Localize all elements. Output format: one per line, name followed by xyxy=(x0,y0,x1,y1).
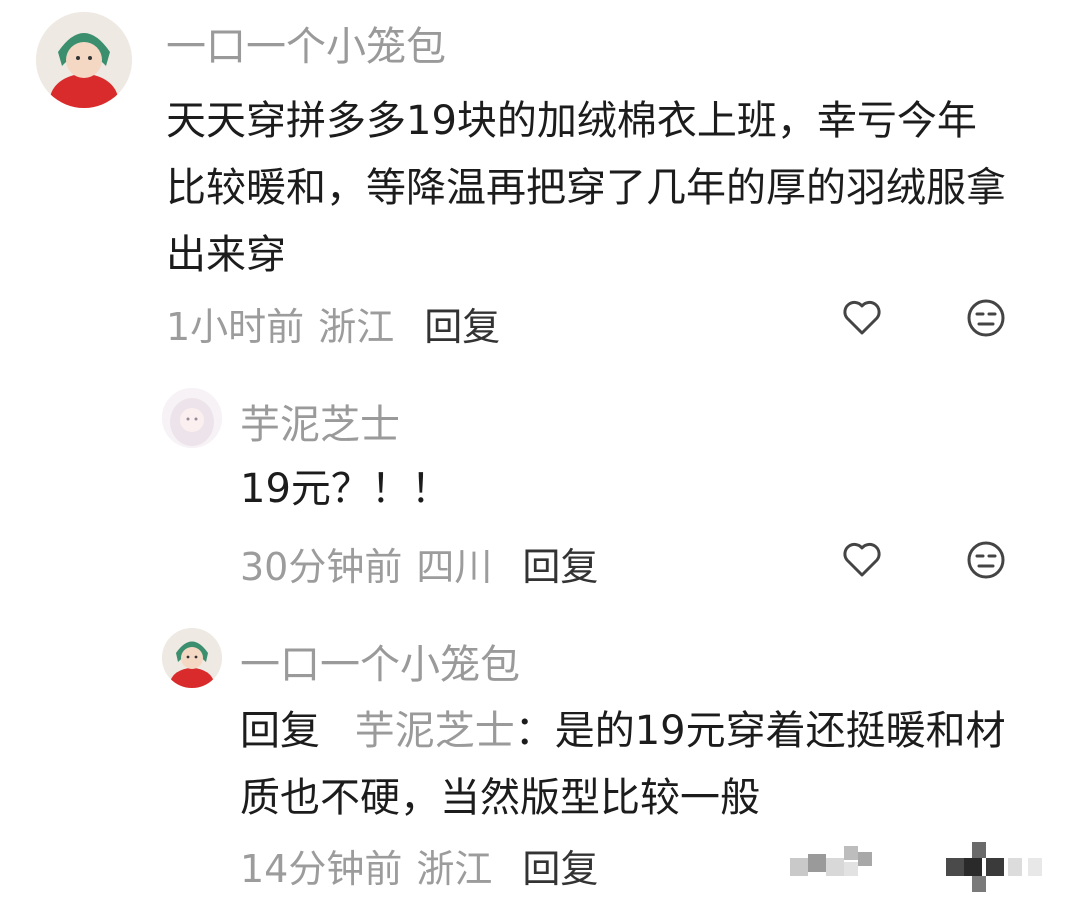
avatar[interactable] xyxy=(162,628,222,688)
comment-meta: 1小时前 浙江 回复 xyxy=(166,296,500,351)
reply-target-name[interactable]: 芋泥芝士 xyxy=(355,708,515,754)
comment-2: 芋泥芝士 19元？！！ 30分钟前 四川 回复 xyxy=(0,380,1072,610)
reply-button[interactable]: 回复 xyxy=(424,296,500,351)
reply-button[interactable]: 回复 xyxy=(522,838,598,893)
location: 浙江 xyxy=(416,847,493,891)
avatar[interactable] xyxy=(162,388,222,448)
pixelated-watermark xyxy=(786,838,1056,894)
comment-text: 天天穿拼多多19块的加绒棉衣上班，幸亏今年比较暖和，等降温再把穿了几年的厚的羽绒… xyxy=(166,98,1006,278)
author-name[interactable]: 一口一个小笼包 xyxy=(240,632,520,690)
location: 四川 xyxy=(416,545,493,589)
child-avatar-icon xyxy=(162,628,222,688)
dislike-button[interactable] xyxy=(964,538,1008,582)
heart-outline-icon xyxy=(843,542,881,577)
timestamp: 30分钟前 xyxy=(240,545,403,589)
reply-prefix: 回复 xyxy=(240,708,320,754)
meh-face-icon xyxy=(967,299,1005,337)
doll-avatar-icon xyxy=(162,388,222,448)
comment-1: 一口一个小笼包 天天穿拼多多19块的加绒棉衣上班，幸亏今年比较暖和，等降温再把穿… xyxy=(0,0,1072,360)
comment-meta: 30分钟前 四川 回复 xyxy=(240,536,598,591)
location: 浙江 xyxy=(318,305,395,349)
dislike-button[interactable] xyxy=(964,296,1008,340)
mosaic-icon xyxy=(790,842,1042,892)
author-name[interactable]: 一口一个小笼包 xyxy=(166,14,446,72)
comment-meta: 14分钟前 浙江 回复 xyxy=(240,838,598,893)
comment-3: 一口一个小笼包 回复 芋泥芝士：是的19元穿着还挺暖和材质也不硬，当然版型比较一… xyxy=(0,620,1072,904)
reply-button[interactable]: 回复 xyxy=(522,536,598,591)
timestamp: 1小时前 xyxy=(166,305,305,349)
like-button[interactable] xyxy=(840,538,884,582)
avatar[interactable] xyxy=(36,12,132,108)
child-avatar-icon xyxy=(36,12,132,108)
like-button[interactable] xyxy=(840,296,884,340)
author-name[interactable]: 芋泥芝士 xyxy=(240,392,400,450)
comment-text: 回复 芋泥芝士：是的19元穿着还挺暖和材质也不硬，当然版型比较一般 xyxy=(240,698,1030,832)
timestamp: 14分钟前 xyxy=(240,847,403,891)
heart-outline-icon xyxy=(843,300,881,335)
meh-face-icon xyxy=(967,541,1005,579)
comment-text: 19元？！！ xyxy=(240,466,451,512)
